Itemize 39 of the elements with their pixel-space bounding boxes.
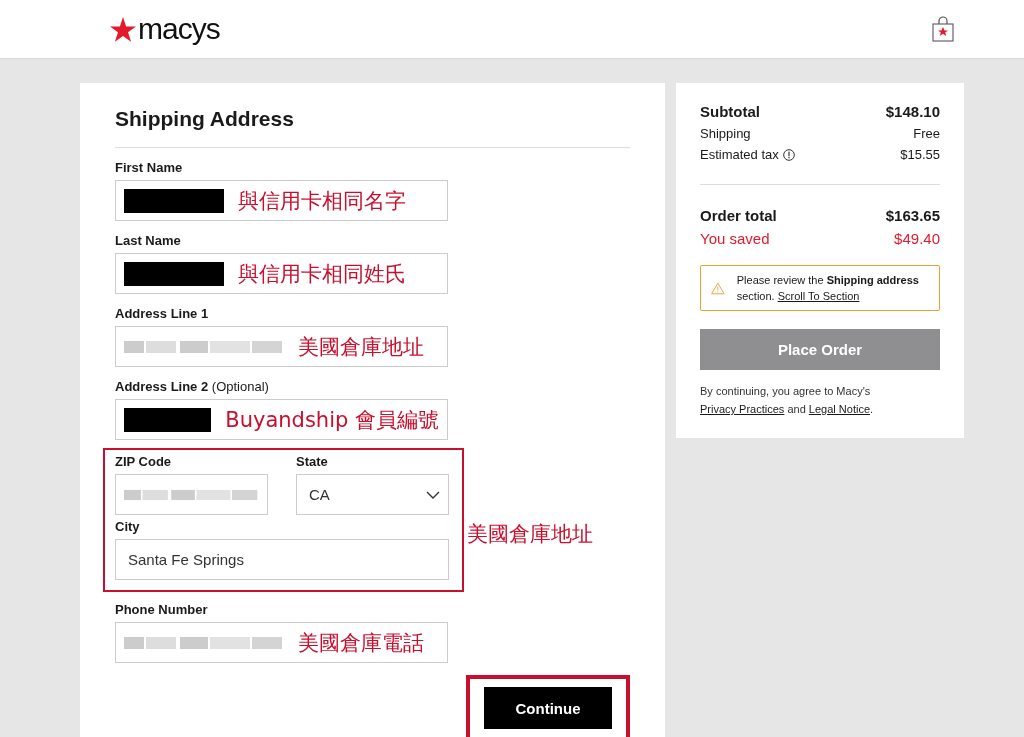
legal-link[interactable]: Legal Notice: [808, 403, 870, 415]
field-label: First Name: [115, 160, 183, 175]
field-label: Address Line 1: [115, 306, 209, 321]
field-label: ZIP Code: [115, 454, 172, 469]
annotation-text: 與信用卡相同名字: [238, 187, 406, 215]
input-field[interactable]: Buyandship 會員編號: [115, 399, 448, 440]
annotation-text: 美國倉庫電話: [298, 629, 424, 657]
savings-label: You saved: [700, 230, 770, 247]
summary-label: Estimated tax: [700, 147, 779, 162]
summary-label: Subtotal: [700, 103, 760, 120]
field-label: Phone Number: [115, 602, 208, 617]
summary-label: Shipping: [700, 126, 751, 141]
alert-message: Please review the Shipping address section. Scroll To Section: [736, 273, 920, 304]
legal-link[interactable]: Privacy Practices: [700, 403, 785, 415]
scroll-link[interactable]: Scroll To Section: [777, 290, 860, 302]
state-dropdown[interactable]: CA: [296, 474, 449, 515]
logo-text: macys: [138, 14, 220, 44]
legal-text: By continuing, you agree to Macy's Privacy Practices and Legal Notice.: [700, 384, 875, 417]
annotation-text: 美國倉庫地址: [467, 521, 593, 548]
summary-value: Free: [913, 126, 940, 141]
form-title: Shipping Address: [115, 107, 630, 148]
annotation-text: 與信用卡相同姓氏: [238, 260, 406, 288]
field-label: Last Name: [115, 233, 181, 248]
field-label: Address Line 2 (Optional): [115, 379, 269, 394]
continue-button[interactable]: Continue: [484, 687, 612, 729]
annotation-text: Buyandship 會員編號: [225, 406, 439, 434]
total-value: $163.65: [885, 207, 940, 224]
input-field[interactable]: 與信用卡相同姓氏: [115, 253, 448, 294]
field-label: State: [296, 454, 328, 469]
input-field[interactable]: 美國倉庫電話: [115, 622, 448, 663]
input-field[interactable]: 與信用卡相同名字: [115, 180, 448, 221]
summary-value: $148.10: [885, 103, 940, 120]
field-label: City: [115, 519, 140, 534]
summary-value: $15.55: [900, 147, 940, 162]
input-field[interactable]: 美國倉庫地址: [115, 326, 448, 367]
savings-value: $49.40: [894, 230, 940, 247]
input-field[interactable]: Santa Fe Springs: [115, 539, 449, 580]
annotation-text: 美國倉庫地址: [298, 333, 424, 361]
total-label: Order total: [700, 207, 777, 224]
